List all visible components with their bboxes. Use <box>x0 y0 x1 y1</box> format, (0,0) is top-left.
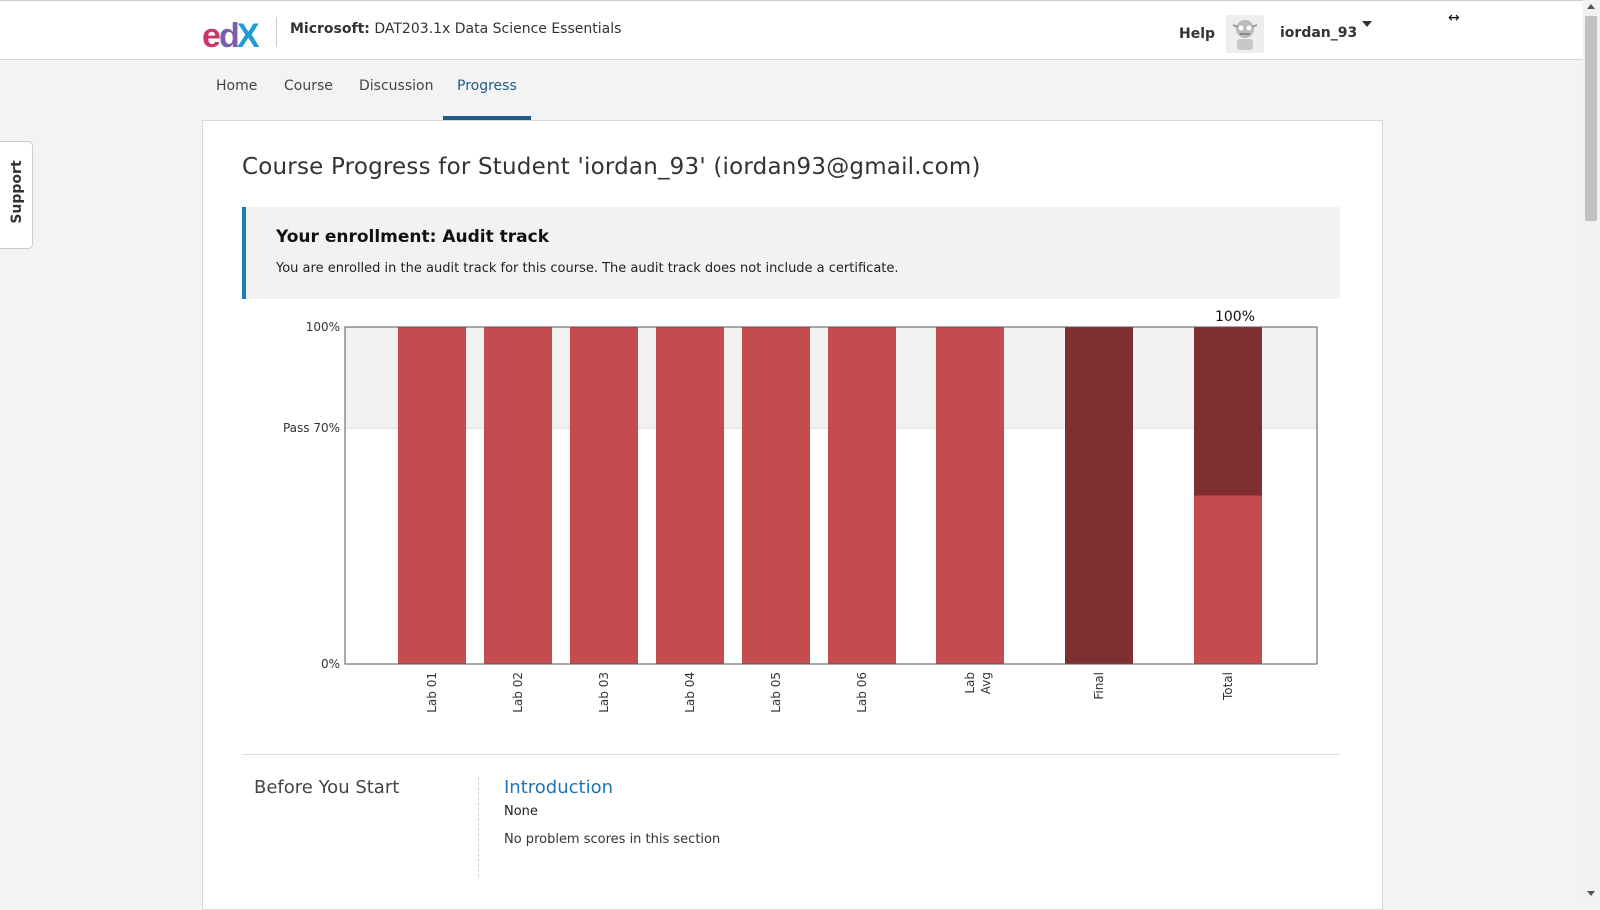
resize-cursor-icon: ↔ <box>1448 10 1460 26</box>
user-menu-caret-icon[interactable] <box>1362 21 1372 27</box>
bar-lab-01 <box>398 327 466 664</box>
x-tick-label-lab-04: Lab 04 <box>683 672 697 713</box>
support-tab[interactable]: Support <box>0 141 33 249</box>
x-tick-label-total: Total <box>1221 672 1235 701</box>
tab-discussion[interactable]: Discussion <box>345 60 447 118</box>
course-name: DAT203.1x Data Science Essentials <box>374 21 622 37</box>
chapter-separator <box>478 777 479 877</box>
progress-panel: Course Progress for Student 'iordan_93' … <box>202 120 1383 910</box>
avatar-robot-icon <box>1232 20 1258 50</box>
scroll-down-arrow-icon[interactable] <box>1587 891 1595 896</box>
section-link-introduction[interactable]: Introduction <box>504 777 613 798</box>
x-tick-label-lab-06: Lab 06 <box>855 672 869 713</box>
scrollbar-thumb[interactable] <box>1585 16 1597 221</box>
x-tick-label-lab-05: Lab 05 <box>769 672 783 713</box>
bar-total <box>1194 495 1262 664</box>
svg-text:X: X <box>237 19 260 51</box>
bar-total-final-part <box>1194 327 1262 496</box>
section-divider <box>242 754 1340 755</box>
bar-lab-avg <box>936 327 1004 664</box>
course-org: Microsoft: <box>290 21 370 37</box>
grade-chart: Lab 01 Lab 02 Lab 03 Lab 04 Lab 05 Lab 06 Lab A… <box>283 309 1318 713</box>
x-tick-label-lab-01: Lab 01 <box>425 672 439 713</box>
bar-lab-03 <box>570 327 638 664</box>
x-tick-label-lab-avg-2: Avg <box>979 672 993 694</box>
tab-course[interactable]: Course <box>270 60 347 118</box>
bar-lab-05 <box>742 327 810 664</box>
x-tick-label-lab-avg-1: Lab <box>963 672 977 694</box>
support-tab-label: Support <box>9 160 25 224</box>
section-score: None <box>504 804 538 819</box>
bar-final <box>1065 327 1133 664</box>
total-value-label: 100% <box>1215 309 1255 325</box>
bar-lab-04 <box>656 327 724 664</box>
course-title: Microsoft: DAT203.1x Data Science Essent… <box>290 21 621 37</box>
x-tick-label-lab-02: Lab 02 <box>511 672 525 713</box>
logo-divider <box>276 17 277 47</box>
tab-home[interactable]: Home <box>202 60 271 118</box>
user-avatar[interactable] <box>1226 15 1264 53</box>
bar-lab-02 <box>484 327 552 664</box>
help-link[interactable]: Help <box>1179 26 1215 42</box>
x-tick-label-lab-03: Lab 03 <box>597 672 611 713</box>
y-tick-label-70: Pass 70% <box>283 421 340 435</box>
page-scrollbar[interactable] <box>1583 0 1600 900</box>
x-tick-label-final: Final <box>1092 672 1106 700</box>
y-tick-label-100: 100% <box>306 320 340 334</box>
scroll-up-arrow-icon[interactable] <box>1587 4 1595 9</box>
y-tick-label-0: 0% <box>321 657 340 671</box>
edx-logo[interactable]: e d X <box>202 19 262 51</box>
section-note: No problem scores in this section <box>504 832 721 847</box>
tab-progress[interactable]: Progress <box>443 60 531 120</box>
bar-lab-06 <box>828 327 896 664</box>
username[interactable]: iordan_93 <box>1280 25 1357 41</box>
top-header: e d X Microsoft: DAT203.1x Data Science … <box>0 0 1583 60</box>
chapter-title: Before You Start <box>254 777 400 798</box>
